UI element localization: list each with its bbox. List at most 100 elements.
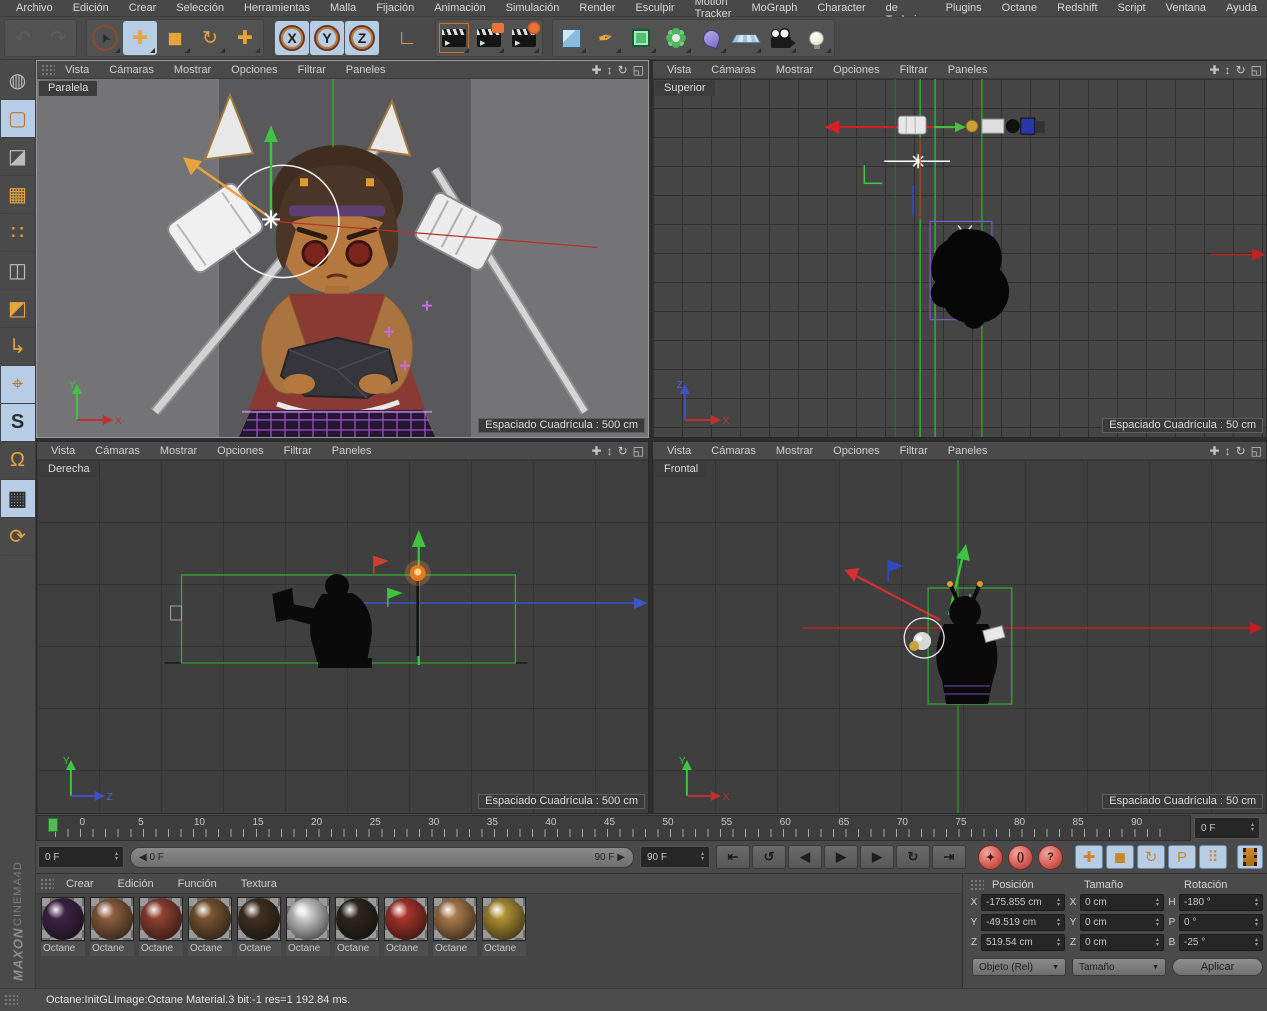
viewport-move-icon[interactable]: ✚ bbox=[1210, 63, 1220, 77]
menu-item[interactable]: Character bbox=[807, 1, 875, 15]
play-button[interactable]: ▶ bbox=[824, 845, 858, 869]
live-selection-button[interactable]: ➤ bbox=[88, 21, 122, 55]
viewport-camera-label[interactable]: Paralela bbox=[39, 81, 97, 96]
go-to-start-button[interactable]: ⇤ bbox=[716, 845, 750, 869]
add-environment-button[interactable] bbox=[729, 21, 763, 55]
viewport-menu-item[interactable]: Filtrar bbox=[288, 64, 336, 76]
viewport-maximize-icon[interactable]: ◱ bbox=[633, 444, 644, 458]
panel-grip-icon[interactable] bbox=[40, 878, 54, 890]
viewport-menu-item[interactable]: Opciones bbox=[221, 64, 287, 76]
top-viewport-canvas[interactable]: Z X bbox=[653, 79, 1266, 437]
viewport-menu-item[interactable]: Vista bbox=[657, 64, 701, 76]
size-field[interactable]: 0 cm ▴▾ bbox=[1080, 894, 1164, 911]
snapping-magnet-button[interactable]: Ω bbox=[1, 442, 35, 480]
start-frame-spinner[interactable]: 0 F ▴▾ bbox=[38, 846, 124, 868]
material-item[interactable]: Octane bbox=[139, 897, 183, 956]
playhead[interactable] bbox=[48, 818, 58, 832]
menu-item[interactable]: Crear bbox=[119, 1, 167, 15]
viewport-zoom-icon[interactable]: ↕ bbox=[1225, 63, 1231, 77]
material-item[interactable]: Octane bbox=[482, 897, 526, 956]
stepper-icon[interactable]: ▴▾ bbox=[1248, 823, 1257, 833]
material-menu-item[interactable]: Edición bbox=[106, 878, 166, 890]
stepper-icon[interactable]: ▴▾ bbox=[1153, 898, 1162, 908]
viewport-menu-item[interactable]: Vista bbox=[55, 64, 99, 76]
material-item[interactable]: Octane bbox=[433, 897, 477, 956]
rotation-field[interactable]: 0 ° ▴▾ bbox=[1179, 914, 1263, 931]
planar-workplane-button[interactable]: ⟳ bbox=[1, 518, 35, 556]
render-picture-viewer-button[interactable] bbox=[472, 21, 506, 55]
model-mode-button[interactable]: ▢ bbox=[1, 100, 35, 138]
points-mode-button[interactable]: ∷ bbox=[1, 214, 35, 252]
menu-item[interactable]: Simulación bbox=[496, 1, 570, 15]
material-item[interactable]: Octane bbox=[90, 897, 134, 956]
add-deformer-button[interactable] bbox=[694, 21, 728, 55]
end-frame-spinner[interactable]: 90 F ▴▾ bbox=[640, 846, 710, 868]
add-subdivision-button[interactable] bbox=[624, 21, 658, 55]
viewport-menu-item[interactable]: Paneles bbox=[938, 64, 998, 76]
viewport-menu-item[interactable]: Cámaras bbox=[701, 445, 766, 457]
enable-axis-button[interactable]: ↳ bbox=[1, 328, 35, 366]
parallel-viewport-canvas[interactable]: Y X bbox=[37, 79, 648, 437]
coordinate-mode-dropdown[interactable]: Objeto (Rel)▼ bbox=[972, 958, 1066, 976]
size-field[interactable]: 0 cm ▴▾ bbox=[1080, 934, 1164, 951]
recent-tool-button[interactable]: ✚ bbox=[228, 21, 262, 55]
viewport-zoom-icon[interactable]: ↕ bbox=[1225, 444, 1231, 458]
position-field[interactable]: -49.519 cm ▴▾ bbox=[981, 914, 1065, 931]
menu-item[interactable]: MoGraph bbox=[741, 1, 807, 15]
viewport-rotate-icon[interactable]: ↻ bbox=[618, 444, 628, 458]
edges-mode-button[interactable]: ◫ bbox=[1, 252, 35, 290]
position-field[interactable]: -175.855 cm ▴▾ bbox=[981, 894, 1065, 911]
viewport-maximize-icon[interactable]: ◱ bbox=[633, 63, 644, 77]
menu-item[interactable]: Esculpir bbox=[625, 1, 684, 15]
go-to-end-button[interactable]: ⇥ bbox=[932, 845, 966, 869]
material-menu-item[interactable]: Crear bbox=[54, 878, 106, 890]
viewport-rotate-icon[interactable]: ↻ bbox=[1236, 444, 1246, 458]
viewport-maximize-icon[interactable]: ◱ bbox=[1251, 444, 1262, 458]
viewport-menu-item[interactable]: Cámaras bbox=[85, 445, 150, 457]
viewport-menu-item[interactable]: Mostrar bbox=[766, 445, 823, 457]
menu-item[interactable]: Animación bbox=[424, 1, 495, 15]
texture-mode-button[interactable]: ◪ bbox=[1, 138, 35, 176]
menu-item[interactable]: Ventana bbox=[1156, 1, 1216, 15]
key-position-toggle[interactable]: ✚ bbox=[1075, 845, 1103, 869]
move-tool-button[interactable]: ✚ bbox=[123, 21, 157, 55]
viewport-menu-item[interactable]: Mostrar bbox=[766, 64, 823, 76]
viewport-menu-item[interactable]: Paneles bbox=[322, 445, 382, 457]
range-right-arrow-icon[interactable]: ▶ bbox=[617, 852, 625, 863]
menu-item[interactable]: Edición bbox=[63, 1, 119, 15]
key-scale-toggle[interactable]: ◼ bbox=[1106, 845, 1134, 869]
material-item[interactable]: Octane bbox=[384, 897, 428, 956]
stepper-icon[interactable]: ▴▾ bbox=[1252, 918, 1261, 928]
render-settings-button[interactable] bbox=[507, 21, 541, 55]
viewport-camera-label[interactable]: Derecha bbox=[39, 462, 99, 477]
range-left-arrow-icon[interactable]: ◀ bbox=[139, 852, 147, 863]
menu-item[interactable]: Selección bbox=[166, 1, 234, 15]
viewport-menu-item[interactable]: Vista bbox=[657, 445, 701, 457]
rotate-tool-button[interactable]: ↻ bbox=[193, 21, 227, 55]
viewport-solo-button[interactable]: ⌖ bbox=[1, 366, 35, 404]
stepper-icon[interactable]: ▴▾ bbox=[1054, 938, 1063, 948]
rotation-field[interactable]: -25 ° ▴▾ bbox=[1179, 934, 1263, 951]
add-cube-button[interactable] bbox=[554, 21, 588, 55]
right-viewport-canvas[interactable]: Y Z bbox=[37, 460, 648, 813]
material-menu-item[interactable]: Textura bbox=[229, 878, 289, 890]
menu-item[interactable]: Render bbox=[569, 1, 625, 15]
stepper-icon[interactable]: ▴▾ bbox=[1153, 918, 1162, 928]
viewport-menu-item[interactable]: Mostrar bbox=[150, 445, 207, 457]
stepper-icon[interactable]: ▴▾ bbox=[698, 852, 707, 862]
lock-workplane-button[interactable]: ▦ bbox=[1, 480, 35, 518]
current-frame-spinner[interactable]: 0 F ▴▾ bbox=[1194, 817, 1260, 839]
viewport-zoom-icon[interactable]: ↕ bbox=[607, 444, 613, 458]
play-backwards-button[interactable]: ↺ bbox=[752, 845, 786, 869]
key-pla-toggle[interactable]: ⠿ bbox=[1199, 845, 1227, 869]
add-generator-button[interactable] bbox=[659, 21, 693, 55]
material-item[interactable]: Octane bbox=[286, 897, 330, 956]
menu-item[interactable]: Ayuda bbox=[1216, 1, 1267, 15]
render-preview-button[interactable] bbox=[1237, 845, 1263, 869]
viewport-menu-item[interactable]: Filtrar bbox=[890, 64, 938, 76]
undo-button[interactable]: ↶ bbox=[6, 21, 40, 55]
stepper-icon[interactable]: ▴▾ bbox=[1252, 938, 1261, 948]
viewport-menu-item[interactable]: Opciones bbox=[823, 64, 889, 76]
timeline-ruler[interactable]: 051015202530354045505560657075808590 bbox=[36, 815, 1191, 841]
viewport-zoom-icon[interactable]: ↕ bbox=[607, 63, 613, 77]
